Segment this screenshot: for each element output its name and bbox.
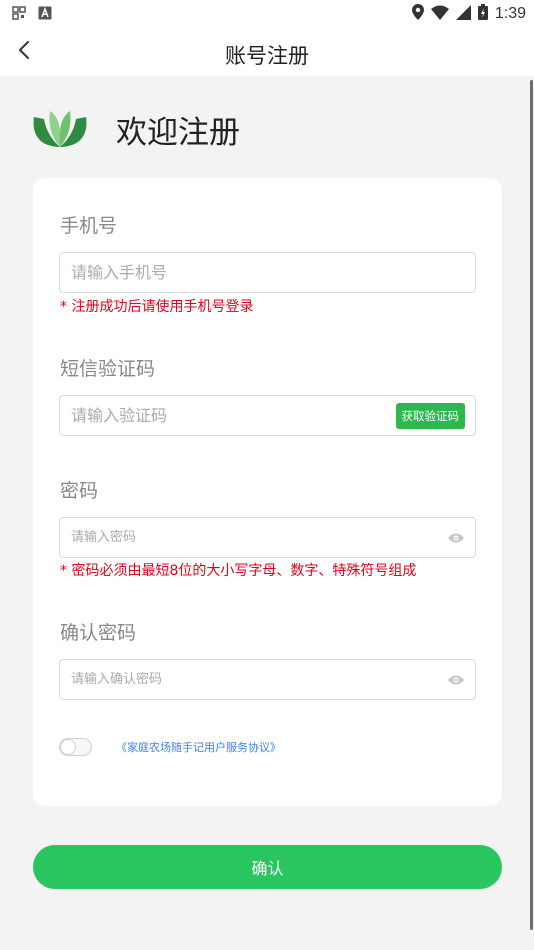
password-label: 密码 [60,480,99,502]
location-icon [411,4,424,24]
eye-icon[interactable] [447,673,465,687]
register-form-card: 手机号 * 注册成功后请使用手机号登录 短信验证码 获取验证码 密码 * 密码必… [33,178,502,806]
phone-hint: * 注册成功后请使用手机号登录 [60,299,254,315]
app-header: 账号注册 [0,28,534,76]
agreement-link[interactable]: 《家庭农场随手记用户服务协议》 [116,739,281,755]
confirm-password-input[interactable] [71,672,447,687]
eye-icon[interactable] [447,531,465,545]
welcome-banner: 欢迎注册 [30,104,240,154]
toggle-knob [60,739,76,755]
password-hint: * 密码必须由最短8位的大小写字母、数字、特殊符号组成 [60,563,417,579]
sms-code-label: 短信验证码 [60,358,156,380]
phone-label: 手机号 [60,215,118,237]
agreement-row: 《家庭农场随手记用户服务协议》 [59,738,281,756]
password-field [59,517,476,558]
qr-code-icon [12,5,26,24]
book-leaf-logo [30,107,90,151]
phone-input[interactable] [71,263,465,282]
phone-field [59,252,476,293]
welcome-title: 欢迎注册 [116,114,240,151]
confirm-password-label: 确认密码 [60,622,137,644]
password-input[interactable] [71,530,447,545]
a-box-icon [38,5,52,24]
status-bar: 1:39 [0,0,534,28]
page-title: 账号注册 [225,44,309,68]
clock: 1:39 [494,5,526,22]
scrollbar[interactable] [530,80,533,930]
get-code-button[interactable]: 获取验证码 [395,402,465,429]
confirm-button[interactable]: 确认 [33,845,502,889]
battery-icon [477,4,488,24]
signal-icon [455,4,471,24]
agreement-toggle[interactable] [59,738,92,756]
wifi-icon [430,5,449,24]
sms-code-input[interactable] [71,406,396,425]
confirm-password-field [59,659,476,700]
sms-code-field: 获取验证码 [59,395,476,436]
